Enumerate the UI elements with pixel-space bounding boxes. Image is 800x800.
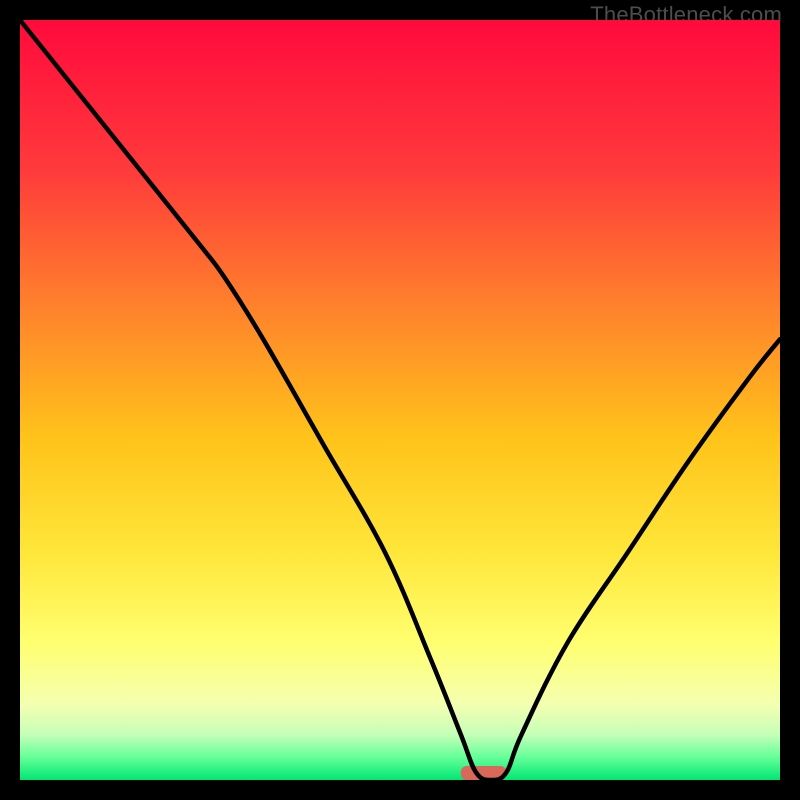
bottleneck-chart <box>20 20 780 780</box>
gradient-background <box>20 20 780 780</box>
chart-frame: TheBottleneck.com <box>0 0 800 800</box>
plot-area <box>20 20 780 780</box>
